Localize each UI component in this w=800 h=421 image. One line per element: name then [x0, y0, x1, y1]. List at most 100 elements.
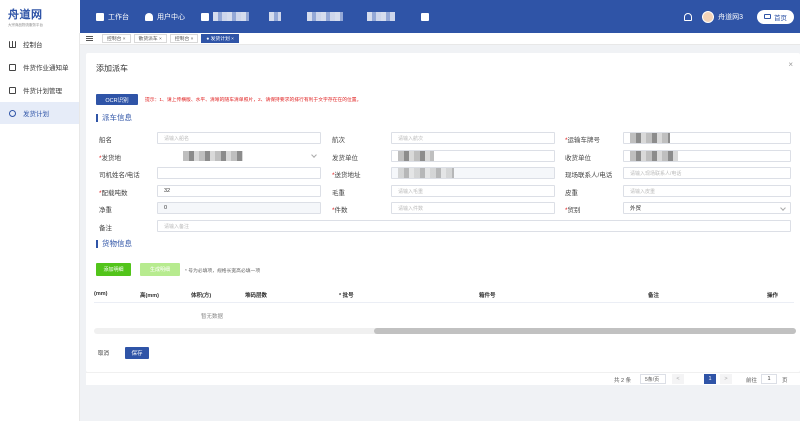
label-text: 收货单位 — [565, 155, 591, 162]
bell-icon[interactable] — [684, 12, 693, 21]
home-button-label: 首页 — [774, 14, 787, 22]
sidebar-item-plan-management[interactable]: 件货计划管理 — [0, 79, 79, 101]
dialog-title: 添加派车 — [96, 64, 128, 73]
redacted-block — [269, 12, 281, 21]
label-text: 备注 — [99, 225, 112, 232]
pieces-input[interactable]: 请输入件数 — [391, 202, 555, 214]
driver-input[interactable] — [157, 167, 321, 179]
pagination: 共 2 条 5条/页 < 1 > 前往 1 页 — [86, 372, 800, 385]
chevron-down-icon — [311, 152, 317, 158]
monitor-icon — [764, 14, 771, 19]
page-size-select[interactable]: 5条/页 — [640, 374, 666, 384]
site-contact-label: 现场联系人/电话 — [565, 169, 612, 179]
home-button[interactable]: 首页 — [757, 9, 794, 24]
redacted-block — [307, 12, 343, 21]
add-dispatch-dialog: 添加派车 × OCR识别 提示：1、请上传横版、水平、清晰的随车清单照片，2、请… — [86, 53, 800, 372]
add-detail-button[interactable]: 添加明细 — [96, 263, 131, 276]
sidebar-item-label: 件货作业通知单 — [23, 65, 69, 72]
net-label: 净重 — [99, 204, 112, 214]
save-button[interactable]: 保存 — [125, 347, 149, 359]
sidebar-item-console[interactable]: 控制台 — [0, 33, 79, 55]
document-icon — [9, 63, 16, 71]
tab-bulk-dispatch[interactable]: 散货派车 × — [133, 34, 167, 43]
gross-input[interactable]: 请输入毛重 — [391, 185, 555, 197]
redacted-block — [398, 151, 434, 161]
sender-input[interactable] — [391, 150, 555, 162]
column-header: * 批号 — [339, 293, 354, 299]
label-text: 毛重 — [332, 190, 345, 197]
remark-input[interactable]: 请输入备注 — [157, 220, 791, 232]
horizontal-scrollbar[interactable] — [94, 328, 796, 334]
label-text: 净重 — [99, 207, 112, 214]
nav-user-center[interactable]: 用户中心 — [145, 12, 185, 22]
section-title-dispatch: 派车信息 — [96, 114, 132, 122]
user-icon — [145, 12, 153, 21]
tons-input[interactable]: 32 — [157, 185, 321, 197]
address-label: *送货地址 — [332, 169, 361, 179]
sidebar: 控制台 件货作业通知单 件货计划管理 发货计划 — [0, 33, 80, 421]
label-text: 皮重 — [565, 190, 578, 197]
label-text: 发货单位 — [332, 155, 358, 162]
tab-shipping-plan[interactable]: ● 发货计划 × — [201, 34, 239, 43]
voyage-label: 航次 — [332, 134, 345, 144]
nav-workbench[interactable]: 工作台 — [96, 12, 129, 22]
nav-redacted[interactable] — [201, 12, 433, 21]
top-bar: 舟道网 大宗商品物流服务平台 工作台 用户中心 舟道网3 首页 — [0, 0, 800, 33]
tons-label: *配载吨数 — [99, 187, 128, 197]
globe-icon — [9, 109, 16, 117]
desktop-icon — [96, 12, 104, 21]
ocr-button[interactable]: OCR识别 — [96, 94, 138, 105]
redacted-block — [213, 12, 249, 21]
avatar[interactable] — [702, 10, 715, 23]
sidebar-item-label: 件货计划管理 — [23, 88, 62, 95]
prev-page-button[interactable]: < — [672, 374, 684, 384]
label-text: 司机姓名/电话 — [99, 172, 140, 179]
redacted-block — [630, 151, 678, 161]
tab-console-2[interactable]: 控制台 × — [169, 34, 199, 43]
column-header: (mm) — [94, 291, 108, 297]
tags-bar: 控制台 × 散货派车 × 控制台 × ● 发货计划 × — [80, 33, 800, 45]
logo-text: 舟道网 — [8, 7, 43, 21]
site-contact-input[interactable]: 请输入现场联系人/电话 — [623, 167, 791, 179]
ship-name-input[interactable]: 请输入船名 — [157, 132, 321, 144]
sidebar-item-label: 发货计划 — [23, 111, 49, 118]
value: 外贸 — [630, 206, 642, 212]
logo[interactable]: 舟道网 大宗商品物流服务平台 — [0, 0, 80, 33]
close-icon[interactable]: × — [788, 60, 793, 69]
scrollbar-thumb[interactable] — [374, 328, 796, 334]
receiver-input[interactable] — [623, 150, 791, 162]
chevron-down-icon — [780, 205, 786, 211]
tare-input[interactable]: 请输入皮重 — [623, 185, 791, 197]
bar-chart-icon — [9, 40, 16, 48]
voyage-input[interactable]: 请输入航次 — [391, 132, 555, 144]
document-icon — [421, 12, 429, 21]
plate-input[interactable] — [623, 132, 791, 144]
placeholder: 请输入皮重 — [630, 188, 656, 195]
menu-toggle-icon[interactable] — [86, 36, 93, 41]
generate-detail-button[interactable]: 生成明细 — [140, 263, 180, 276]
column-header: 高(mm) — [140, 293, 159, 299]
pieces-label: *件数 — [332, 204, 348, 214]
cancel-button[interactable]: 取消 — [96, 347, 111, 359]
sidebar-item-shipping-plan[interactable]: 发货计划 — [0, 102, 79, 124]
address-input[interactable] — [391, 167, 555, 179]
next-page-button[interactable]: > — [720, 374, 732, 384]
placeholder: 请输入现场联系人/电话 — [630, 170, 682, 177]
column-header: 备注 — [648, 293, 660, 299]
origin-select[interactable] — [157, 150, 321, 162]
column-header: 体积(方) — [191, 293, 212, 299]
sidebar-item-notice[interactable]: 件货作业通知单 — [0, 56, 79, 78]
value: 32 — [164, 188, 171, 194]
page-number-current[interactable]: 1 — [704, 374, 716, 384]
tab-console[interactable]: 控制台 × — [102, 34, 131, 43]
value: 0 — [164, 205, 168, 211]
placeholder: 请输入件数 — [398, 205, 424, 212]
placeholder: 请输入备注 — [164, 223, 190, 230]
redacted-block — [367, 12, 395, 21]
trade-type-select[interactable]: 外贸 — [623, 202, 791, 214]
sidebar-item-label: 控制台 — [23, 42, 43, 49]
goto-page-input[interactable]: 1 — [761, 374, 777, 384]
user-name[interactable]: 舟道网3 — [718, 12, 743, 22]
net-input[interactable]: 0 — [157, 202, 321, 214]
page-unit-label: 页 — [782, 378, 788, 384]
